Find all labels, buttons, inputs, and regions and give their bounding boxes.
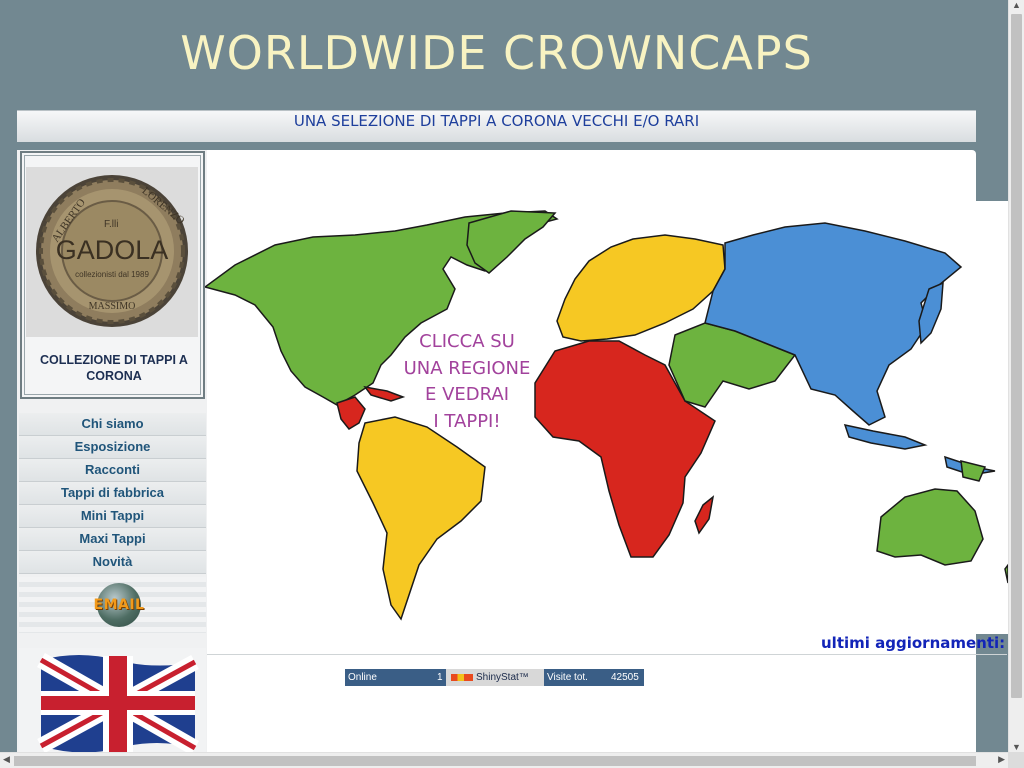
counter-brand-label: ShinyStat™ (476, 672, 529, 683)
svg-text:MASSIMO: MASSIMO (89, 301, 136, 312)
subheader-bar: UNA SELEZIONE DI TAPPI A CORONA VECCHI E… (17, 110, 976, 142)
map-region-south-america[interactable] (356, 416, 486, 621)
counter-brand[interactable]: ShinyStat™ (446, 669, 544, 686)
menu-item-chi-siamo[interactable]: Chi siamo (19, 413, 206, 436)
shinystat-counter[interactable]: Online 1 ShinyStat™ Visite tot. 42505 (345, 669, 644, 686)
crowncap-logo-svg: ALBERTO LORENZO F.lli GADOLA collezionis… (26, 167, 198, 337)
updates-label: ultimi aggiornamenti: (821, 634, 1006, 652)
counter-online-value: 1 (437, 672, 443, 683)
horizontal-scroll-thumb[interactable] (14, 756, 976, 766)
counter-visits-label: Visite tot. (547, 672, 588, 683)
vertical-scroll-thumb[interactable] (1011, 14, 1022, 698)
svg-text:F.lli: F.lli (104, 219, 118, 230)
svg-text:GADOLA: GADOLA (56, 235, 169, 265)
map-region-greenland[interactable] (466, 210, 557, 274)
scroll-left-icon[interactable]: ◀ (3, 754, 10, 765)
updates-line: ultimi aggiornamenti: B (821, 634, 1022, 652)
logo-caption: COLLEZIONE DI TAPPI A CORONA (40, 353, 188, 383)
divider (207, 654, 1007, 655)
scroll-up-icon[interactable]: ▲ (1012, 0, 1021, 10)
menu-item-racconti[interactable]: Racconti (19, 459, 206, 482)
menu-item-esposizione[interactable]: Esposizione (19, 436, 206, 459)
site-title: WORLDWIDE CROWNCAPS (180, 26, 813, 80)
scrollbar-corner (1008, 752, 1024, 768)
map-hint-text: CLICCA SU UNA REGIONE E VEDRAI I TAPPI! (403, 331, 531, 432)
uk-flag-icon[interactable] (19, 648, 206, 755)
map-region-oceania[interactable] (876, 460, 1008, 584)
map-region-madagascar[interactable] (694, 495, 715, 535)
scroll-right-icon[interactable]: ▶ (998, 754, 1005, 765)
menu-item-tappi-di-fabbrica[interactable]: Tappi di fabbrica (19, 482, 206, 505)
subheader-text: UNA SELEZIONE DI TAPPI A CORONA VECCHI E… (293, 112, 700, 130)
email-button-label[interactable]: EMAIL (87, 597, 151, 613)
right-edge-band (976, 150, 1008, 201)
menu-item-novita[interactable]: Novità (19, 551, 206, 574)
svg-text:collezionisti dal 1989: collezionisti dal 1989 (75, 270, 149, 279)
crowncap-logo-image: ALBERTO LORENZO F.lli GADOLA collezionis… (26, 167, 198, 337)
vertical-scrollbar[interactable]: ▲ ▼ (1008, 0, 1024, 752)
world-map (205, 210, 1008, 621)
counter-visits-value: 42505 (611, 672, 639, 683)
menu-item-mini-tappi[interactable]: Mini Tappi (19, 505, 206, 528)
flag-box (19, 648, 206, 755)
scroll-down-icon[interactable]: ▼ (1012, 742, 1021, 752)
horizontal-scrollbar[interactable]: ◀ ▶ (0, 752, 1008, 768)
shinystat-logo-icon (451, 674, 473, 681)
menu-item-maxi-tappi[interactable]: Maxi Tappi (19, 528, 206, 551)
counter-online-label: Online (348, 672, 377, 683)
sidebar-menu: Chi siamo Esposizione Racconti Tappi di … (19, 413, 206, 574)
